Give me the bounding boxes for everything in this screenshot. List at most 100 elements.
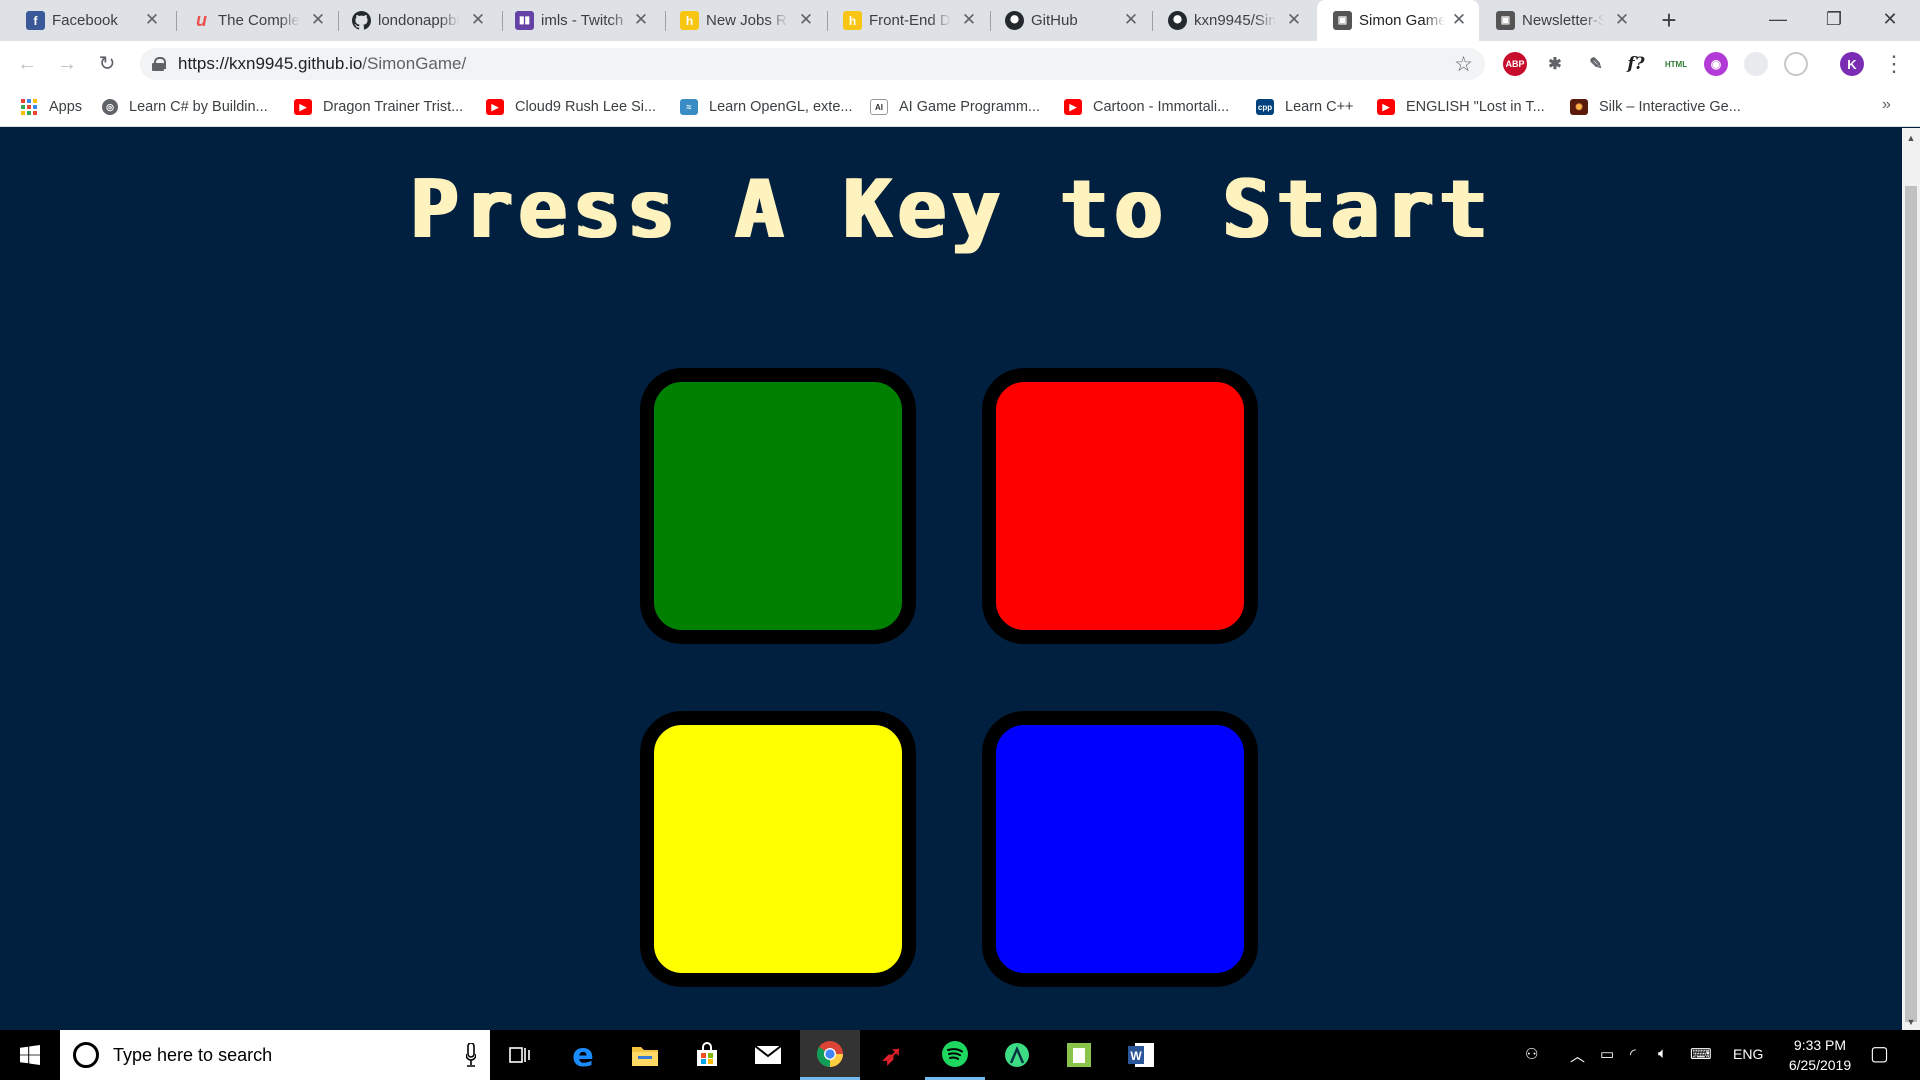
close-tab-icon[interactable]: ✕ <box>1612 9 1632 31</box>
jobs-icon: h <box>843 11 862 30</box>
tab-simon-game[interactable]: ▣ Simon Game ✕ <box>1317 0 1479 41</box>
windows-start-button[interactable] <box>0 1030 60 1080</box>
wifi-icon[interactable]: ◜ <box>1630 1045 1636 1063</box>
color-dropper-icon[interactable]: ✎ <box>1584 52 1608 76</box>
volume-icon[interactable]: 🔈︎ <box>1658 1045 1667 1062</box>
game-app-icon[interactable]: ➶ <box>862 1030 922 1080</box>
bookmark-dragon-trainer[interactable]: ▶ Dragon Trainer Trist... <box>294 96 463 118</box>
scrollbar-thumb[interactable] <box>1905 186 1917 1022</box>
close-tab-icon[interactable]: ✕ <box>1449 9 1469 31</box>
twitch-icon: ▮▮ <box>515 11 534 30</box>
chrome-menu-icon[interactable]: ⋮ <box>1883 50 1905 78</box>
forward-button[interactable]: → <box>53 50 81 78</box>
word-icon[interactable]: W <box>1111 1030 1171 1080</box>
lock-icon[interactable] <box>152 57 166 71</box>
tab-kxn9945[interactable]: kxn9945/Sim ✕ <box>1168 0 1310 41</box>
scroll-down-arrow-icon[interactable]: ▼ <box>1905 1016 1917 1028</box>
close-tab-icon[interactable]: ✕ <box>1121 9 1141 31</box>
github-icon <box>1005 11 1024 30</box>
extension-purple-icon[interactable]: ◉ <box>1704 52 1728 76</box>
game-page <box>0 128 1902 1030</box>
battery-icon[interactable]: ▭ <box>1600 1045 1614 1063</box>
green-button[interactable] <box>640 368 916 644</box>
tab-new-jobs[interactable]: h New Jobs Re ✕ <box>680 0 822 41</box>
bookmark-english-lost[interactable]: ▶ ENGLISH "Lost in T... <box>1377 96 1545 118</box>
profile-avatar[interactable]: K <box>1840 52 1864 76</box>
close-tab-icon[interactable]: ✕ <box>308 9 328 31</box>
silk-icon: ✺ <box>1570 99 1588 115</box>
taskbar-search-box[interactable]: Type here to search <box>60 1030 490 1080</box>
people-icon[interactable]: ⚇ <box>1525 1045 1538 1063</box>
spotify-icon[interactable] <box>925 1030 985 1080</box>
bookmark-apps[interactable]: Apps <box>20 96 82 118</box>
opengl-icon: ≈ <box>680 99 698 115</box>
mail-icon[interactable] <box>738 1030 798 1080</box>
close-tab-icon[interactable]: ✕ <box>631 9 651 31</box>
tab-separator <box>827 11 828 31</box>
jobs-icon: h <box>680 11 699 30</box>
browser-toolbar: ← → ↻ https://kxn9945.github.io/SimonGam… <box>0 41 1920 87</box>
language-indicator[interactable]: ENG <box>1733 1046 1763 1062</box>
tab-twitch[interactable]: ▮▮ imls - Twitch ✕ <box>515 0 657 41</box>
edge-icon[interactable]: e <box>553 1030 613 1080</box>
level-title: Press A Key to Start <box>409 163 1493 256</box>
keyboard-icon[interactable]: ⌨ <box>1690 1045 1712 1063</box>
show-hidden-icons-chevron-icon[interactable]: ︿ <box>1570 1045 1585 1066</box>
android-studio-icon[interactable] <box>987 1030 1047 1080</box>
github-icon <box>1168 11 1187 30</box>
extension-white-icon[interactable] <box>1784 52 1808 76</box>
game-ai-icon: AI <box>870 99 888 115</box>
tab-facebook[interactable]: f Facebook ✕ <box>26 0 168 41</box>
tab-udemy[interactable]: u The Complete ✕ <box>192 0 334 41</box>
facebook-icon: f <box>26 11 45 30</box>
tab-separator <box>176 11 177 31</box>
restore-button[interactable]: ❐ <box>1806 0 1862 41</box>
notifications-icon[interactable]: ▢ <box>1870 1041 1889 1066</box>
bookmark-learn-opengl[interactable]: ≈ Learn OpenGL, exte... <box>680 96 852 118</box>
bookmark-learn-csharp[interactable]: ◎ Learn C# by Buildin... <box>102 96 268 118</box>
close-tab-icon[interactable]: ✕ <box>1284 9 1304 31</box>
extension-grey-icon[interactable] <box>1744 52 1768 76</box>
bookmark-ai-game[interactable]: AI AI Game Programm... <box>870 96 1040 118</box>
html-validator-icon[interactable]: HTML <box>1664 52 1688 76</box>
bug-icon[interactable]: ✱ <box>1543 52 1567 76</box>
address-bar[interactable]: https://kxn9945.github.io/SimonGame/ ☆ <box>140 48 1485 80</box>
close-tab-icon[interactable]: ✕ <box>796 9 816 31</box>
tab-newsletter[interactable]: ▣ Newsletter-S ✕ <box>1496 0 1638 41</box>
blue-button[interactable] <box>982 711 1258 987</box>
back-button[interactable]: ← <box>13 50 41 78</box>
close-tab-icon[interactable]: ✕ <box>142 9 162 31</box>
clock-date: 6/25/2019 <box>1788 1057 1852 1073</box>
url-text[interactable]: https://kxn9945.github.io/SimonGame/ <box>178 54 466 74</box>
youtube-icon: ▶ <box>1377 99 1395 115</box>
reload-button[interactable]: ↻ <box>93 50 121 78</box>
close-tab-icon[interactable]: ✕ <box>468 9 488 31</box>
font-inspector-icon[interactable]: f? <box>1624 52 1648 76</box>
minimize-button[interactable]: — <box>1750 0 1806 41</box>
page-icon: ▣ <box>1496 11 1515 30</box>
chrome-taskbar-icon[interactable] <box>800 1030 860 1080</box>
scroll-up-arrow-icon[interactable]: ▲ <box>1905 132 1917 144</box>
close-tab-icon[interactable]: ✕ <box>959 9 979 31</box>
tab-front-end[interactable]: h Front-End De ✕ <box>843 0 985 41</box>
adblock-plus-icon[interactable]: ABP <box>1503 52 1527 76</box>
clock-time: 9:33 PM <box>1793 1037 1847 1053</box>
bookmark-silk[interactable]: ✺ Silk – Interactive Ge... <box>1570 96 1741 118</box>
bookmarks-overflow-icon[interactable]: » <box>1882 96 1891 114</box>
task-view-icon[interactable] <box>490 1030 550 1080</box>
tab-github[interactable]: GitHub ✕ <box>1005 0 1147 41</box>
bookmark-cartoon[interactable]: ▶ Cartoon - Immortali... <box>1064 96 1229 118</box>
tab-londonappbrewery[interactable]: londonappbrewery ✕ <box>352 0 494 41</box>
yellow-button[interactable] <box>640 711 916 987</box>
file-explorer-icon[interactable] <box>615 1030 675 1080</box>
clock[interactable]: 9:33 PM 6/25/2019 <box>1770 1035 1870 1075</box>
bookmark-star-icon[interactable]: ☆ <box>1454 52 1473 77</box>
close-window-button[interactable]: ✕ <box>1862 0 1918 41</box>
red-button[interactable] <box>982 368 1258 644</box>
bookmark-cloud9[interactable]: ▶ Cloud9 Rush Lee Si... <box>486 96 656 118</box>
microphone-icon[interactable] <box>466 1043 476 1067</box>
bookmark-learn-cpp[interactable]: cpp Learn C++ <box>1256 96 1354 118</box>
notes-app-icon[interactable] <box>1049 1030 1109 1080</box>
microsoft-store-icon[interactable] <box>677 1030 737 1080</box>
new-tab-button[interactable]: + <box>1655 6 1683 34</box>
